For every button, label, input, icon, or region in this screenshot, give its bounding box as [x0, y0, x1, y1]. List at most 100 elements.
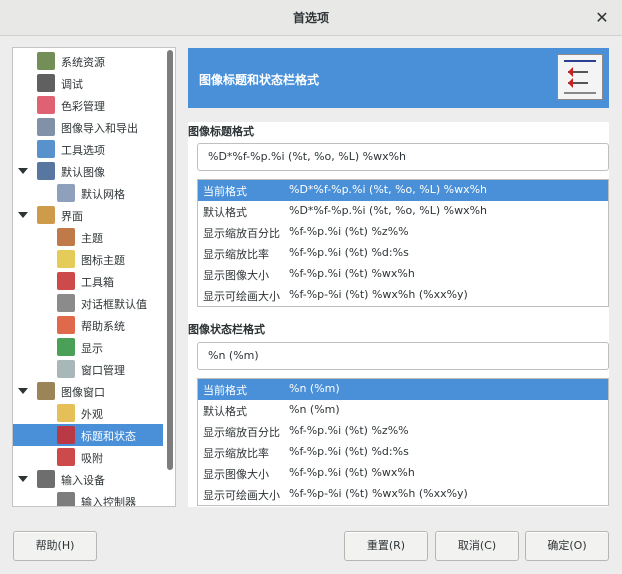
tree-item[interactable]: 帮助系统	[13, 314, 163, 336]
tree-item-label: 调试	[61, 78, 83, 91]
tree-item[interactable]: 窗口管理	[13, 358, 163, 380]
format-name: 当前格式	[203, 185, 247, 198]
tree-item[interactable]: 显示	[13, 336, 163, 358]
title-format-row[interactable]: 显示缩放百分比 %f-%p.%i (%t) %z%%	[198, 222, 608, 243]
tree-item-label: 默认网格	[81, 188, 125, 201]
format-name: 显示图像大小	[203, 468, 269, 481]
status-format-row[interactable]: 显示缩放比率 %f-%p.%i (%t) %d:%s	[198, 442, 608, 463]
format-name: 当前格式	[203, 384, 247, 397]
tree-item[interactable]: 工具箱	[13, 270, 163, 292]
tree-item-label: 窗口管理	[81, 364, 125, 377]
tree-item-label: 标题和状态	[81, 430, 136, 443]
tree-item[interactable]: 吸附	[13, 446, 163, 468]
format-value: %f-%p.%i (%t) %z%%	[289, 424, 409, 437]
tree-item[interactable]: 标题和状态	[13, 424, 163, 446]
tree-item[interactable]: 图像窗口	[13, 380, 163, 402]
tree-item[interactable]: 调试	[13, 72, 163, 94]
snapping-icon	[57, 448, 75, 466]
format-value: %f-%p.%i (%t) %z%%	[289, 225, 409, 238]
tree-item[interactable]: 图像导入和导出	[13, 116, 163, 138]
default-image-icon	[37, 162, 55, 180]
theme-icon	[57, 228, 75, 246]
tree-item-label: 图标主题	[81, 254, 125, 267]
status-format-row[interactable]: 显示缩放百分比 %f-%p.%i (%t) %z%%	[198, 421, 608, 442]
title-format-row[interactable]: 显示可绘画大小 %f-%p-%i (%t) %wx%h (%xx%y)	[198, 285, 608, 306]
title-format-row[interactable]: 当前格式 %D*%f-%p.%i (%t, %o, %L) %wx%h	[198, 180, 608, 201]
tree-item-label: 输入设备	[61, 474, 105, 487]
tree-item-label: 主题	[81, 232, 103, 245]
tree-item-label: 系统资源	[61, 56, 105, 69]
appearance-icon	[57, 404, 75, 422]
tree-item-label: 图像导入和导出	[61, 122, 138, 135]
tree-item[interactable]: 色彩管理	[13, 94, 163, 116]
status-format-input[interactable]: %n (%m)	[197, 342, 609, 370]
title-bar: 首选项 ✕	[0, 0, 622, 36]
tree-item-label: 显示	[81, 342, 103, 355]
tree-item-label: 色彩管理	[61, 100, 105, 113]
format-name: 显示缩放百分比	[203, 227, 280, 240]
tree-item[interactable]: 工具选项	[13, 138, 163, 160]
format-name: 默认格式	[203, 206, 247, 219]
page-header: 图像标题和状态栏格式	[188, 48, 609, 108]
tree-item[interactable]: 对话框默认值	[13, 292, 163, 314]
tree-item-label: 对话框默认值	[81, 298, 147, 311]
expander-arrow-icon[interactable]	[18, 166, 28, 176]
tree-item[interactable]: 默认网格	[13, 182, 163, 204]
tree-item[interactable]: 主题	[13, 226, 163, 248]
expander-arrow-icon[interactable]	[18, 474, 28, 484]
format-name: 默认格式	[203, 405, 247, 418]
status-format-row[interactable]: 显示图像大小 %f-%p.%i (%t) %wx%h	[198, 463, 608, 484]
color-management-icon	[37, 96, 55, 114]
status-format-row[interactable]: 当前格式 %n (%m)	[198, 379, 608, 400]
format-name: 显示缩放比率	[203, 447, 269, 460]
tree-item[interactable]: 输入控制器	[13, 490, 163, 507]
title-format-row[interactable]: 默认格式 %D*%f-%p.%i (%t, %o, %L) %wx%h	[198, 201, 608, 222]
ok-button[interactable]: 确定(O)	[525, 531, 609, 561]
title-format-label: 图像标题格式	[188, 125, 254, 138]
help-button[interactable]: 帮助(H)	[13, 531, 97, 561]
debug-icon	[37, 74, 55, 92]
tree-item[interactable]: 系统资源	[13, 50, 163, 72]
tree-item-label: 界面	[61, 210, 83, 223]
title-format-row[interactable]: 显示缩放比率 %f-%p.%i (%t) %d:%s	[198, 243, 608, 264]
title-format-row[interactable]: 显示图像大小 %f-%p.%i (%t) %wx%h	[198, 264, 608, 285]
scrollbar-thumb[interactable]	[167, 50, 173, 470]
format-value: %D*%f-%p.%i (%t, %o, %L) %wx%h	[289, 204, 488, 217]
close-icon[interactable]: ✕	[594, 10, 610, 26]
status-format-row[interactable]: 默认格式 %n (%m)	[198, 400, 608, 421]
format-value: %f-%p.%i (%t) %d:%s	[289, 246, 409, 259]
format-name: 显示缩放百分比	[203, 426, 280, 439]
tree-item[interactable]: 界面	[13, 204, 163, 226]
expander-arrow-icon[interactable]	[18, 386, 28, 396]
reset-button[interactable]: 重置(R)	[344, 531, 428, 561]
tree-item[interactable]: 默认图像	[13, 160, 163, 182]
tree-item-label: 输入控制器	[81, 496, 136, 507]
tree-item-label: 默认图像	[61, 166, 105, 179]
expander-arrow-icon[interactable]	[18, 210, 28, 220]
tree-scrollbar[interactable]	[165, 48, 174, 506]
format-name: 显示可绘画大小	[203, 290, 280, 303]
tool-options-icon	[37, 140, 55, 158]
page-title: 图像标题和状态栏格式	[199, 73, 320, 87]
status-format-label: 图像状态栏格式	[188, 323, 265, 336]
title-format-input[interactable]: %D*%f-%p.%i (%t, %o, %L) %wx%h	[197, 143, 609, 171]
tree-item-label: 图像窗口	[61, 386, 105, 399]
status-format-list[interactable]: 当前格式 %n (%m) 默认格式 %n (%m) 显示缩放百分比 %f-%p.%i (%…	[197, 378, 609, 506]
window-title: 首选项	[292, 11, 329, 25]
tree-item[interactable]: 图标主题	[13, 248, 163, 270]
tree-item-label: 外观	[81, 408, 103, 421]
title-format-list[interactable]: 当前格式 %D*%f-%p.%i (%t, %o, %L) %wx%h 默认格式 %D…	[197, 179, 609, 307]
input-controllers-icon	[57, 492, 75, 506]
image-import-export-icon	[37, 118, 55, 136]
format-name: 显示可绘画大小	[203, 489, 280, 502]
format-value: %f-%p-%i (%t) %wx%h (%xx%y)	[289, 288, 468, 301]
tree-item-label: 吸附	[81, 452, 103, 465]
cancel-button[interactable]: 取消(C)	[435, 531, 519, 561]
preferences-tree[interactable]: 系统资源调试色彩管理图像导入和导出工具选项默认图像默认网格界面主题图标主题工具箱…	[12, 47, 176, 507]
toolbox-icon	[57, 272, 75, 290]
status-format-row[interactable]: 显示可绘画大小 %f-%p-%i (%t) %wx%h (%xx%y)	[198, 484, 608, 505]
tree-item[interactable]: 外观	[13, 402, 163, 424]
tree-item[interactable]: 输入设备	[13, 468, 163, 490]
image-window-icon	[37, 382, 55, 400]
format-value: %n (%m)	[289, 382, 340, 395]
